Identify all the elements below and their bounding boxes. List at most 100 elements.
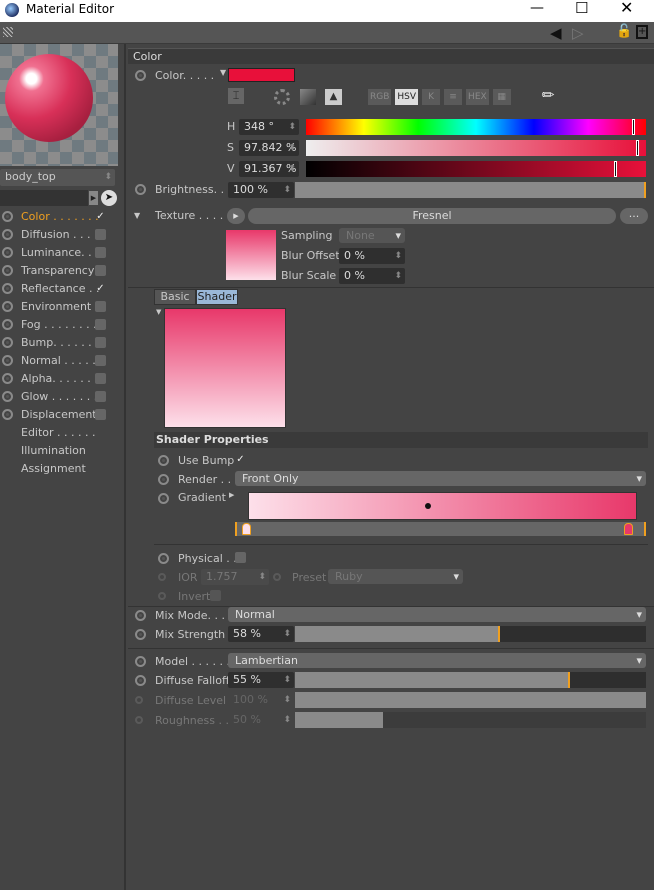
channel-item[interactable]: Color . . . . . . . ✓: [0, 208, 124, 226]
slider-handle[interactable]: [632, 119, 635, 135]
mix-mode-dropdown[interactable]: Normal: [228, 607, 646, 622]
channel-radio[interactable]: [2, 265, 13, 276]
color-swatch[interactable]: [228, 68, 295, 82]
roughness-radio[interactable]: [135, 716, 143, 724]
model-radio[interactable]: [135, 656, 146, 667]
channel-radio[interactable]: [2, 319, 13, 330]
color-mode-1[interactable]: HSV: [395, 89, 419, 105]
close-button[interactable]: ✕: [620, 0, 633, 17]
channel-checkbox[interactable]: [95, 229, 106, 240]
channel-item[interactable]: Editor . . . . . .: [0, 424, 124, 442]
color-wheel-icon[interactable]: [274, 89, 290, 105]
channel-radio[interactable]: [2, 229, 13, 240]
diffuse-level-slider[interactable]: [295, 692, 646, 708]
forward-arrow-icon[interactable]: ▷: [572, 24, 584, 42]
gradient-bar[interactable]: [248, 492, 637, 520]
ior-radio[interactable]: [158, 573, 166, 581]
use-bump-checkbox[interactable]: ✓: [235, 454, 246, 465]
channel-radio[interactable]: [2, 283, 13, 294]
channel-radio[interactable]: [2, 301, 13, 312]
channel-checkbox[interactable]: [95, 319, 106, 330]
brightness-radio[interactable]: [135, 184, 146, 195]
channel-checkbox[interactable]: ✓: [95, 211, 106, 222]
gradient-radio[interactable]: [158, 493, 169, 504]
sampling-dropdown[interactable]: None: [339, 228, 405, 243]
preset-dropdown[interactable]: Ruby: [328, 569, 463, 584]
saturation-field[interactable]: 97.842 %: [239, 140, 299, 156]
back-arrow-icon[interactable]: ◀: [550, 24, 562, 42]
diffuse-falloff-radio[interactable]: [135, 675, 146, 686]
invert-radio[interactable]: [158, 592, 166, 600]
channel-item[interactable]: Diffusion . . . . .: [0, 226, 124, 244]
diffuse-falloff-field[interactable]: 55 %: [228, 672, 294, 688]
brightness-field[interactable]: 100 %: [228, 182, 294, 198]
channel-radio[interactable]: [2, 409, 13, 420]
new-window-icon[interactable]: +: [636, 25, 648, 39]
channel-item[interactable]: Fog . . . . . . . .: [0, 316, 124, 334]
channel-checkbox[interactable]: [95, 337, 106, 348]
channel-checkbox[interactable]: [95, 265, 106, 276]
color-mode-3[interactable]: ≡: [444, 89, 463, 105]
invert-checkbox[interactable]: [210, 590, 221, 601]
channel-radio[interactable]: [2, 355, 13, 366]
gradient-midpoint-knot[interactable]: [425, 503, 431, 509]
color-mode-0[interactable]: RGB: [368, 89, 392, 105]
channel-item[interactable]: Alpha. . . . . . .: [0, 370, 124, 388]
texture-menu-button[interactable]: ▶: [227, 208, 245, 224]
brightness-slider[interactable]: [295, 182, 646, 198]
channel-item[interactable]: Displacement: [0, 406, 124, 424]
channel-checkbox[interactable]: [95, 391, 106, 402]
channel-checkbox[interactable]: [95, 355, 106, 366]
value-slider[interactable]: [306, 161, 646, 177]
material-preview[interactable]: [0, 44, 118, 166]
mix-strength-slider[interactable]: [295, 626, 646, 642]
physical-checkbox[interactable]: [235, 552, 246, 563]
grip-icon[interactable]: [3, 27, 13, 37]
color-radio[interactable]: [135, 70, 146, 81]
diffuse-level-radio[interactable]: [135, 696, 143, 704]
channel-filter-field[interactable]: [0, 190, 88, 206]
spectrum-icon[interactable]: [300, 89, 316, 105]
channel-radio[interactable]: [2, 247, 13, 258]
gradient-knot-end[interactable]: [624, 523, 633, 535]
channel-item[interactable]: Glow . . . . . . .: [0, 388, 124, 406]
channel-item[interactable]: Reflectance . . ✓: [0, 280, 124, 298]
gradient-knot-track[interactable]: [235, 522, 646, 536]
channel-item[interactable]: Assignment: [0, 460, 124, 478]
value-field[interactable]: 91.367 %: [239, 161, 299, 177]
blur-offset-field[interactable]: 0 %: [339, 248, 405, 264]
texture-shader-button[interactable]: Fresnel: [248, 208, 616, 224]
saturation-slider[interactable]: [306, 140, 646, 156]
lock-icon[interactable]: 🔓: [616, 24, 632, 39]
channel-checkbox[interactable]: [95, 301, 106, 312]
channel-item[interactable]: Environment: [0, 298, 124, 316]
tab-shader[interactable]: Shader: [196, 289, 238, 305]
preset-radio[interactable]: [273, 573, 281, 581]
tab-basic[interactable]: Basic: [154, 289, 196, 305]
physical-radio[interactable]: [158, 553, 169, 564]
color-dropdown-arrow[interactable]: ▼: [220, 68, 226, 77]
channel-checkbox[interactable]: [95, 409, 106, 420]
channel-item[interactable]: Luminance. . . .: [0, 244, 124, 262]
texture-thumbnail[interactable]: [226, 230, 276, 280]
color-mode-5[interactable]: ▦: [492, 89, 511, 105]
maximize-button[interactable]: ☐: [575, 0, 588, 17]
roughness-slider[interactable]: [295, 712, 646, 728]
roughness-field[interactable]: 50 %: [228, 712, 294, 728]
hue-slider[interactable]: [306, 119, 646, 135]
blur-scale-field[interactable]: 0 %: [339, 268, 405, 284]
diffuse-level-field[interactable]: 100 %: [228, 692, 294, 708]
channel-item[interactable]: Bump. . . . . . .: [0, 334, 124, 352]
texture-collapse-arrow[interactable]: ▼: [134, 211, 140, 220]
channel-radio[interactable]: [2, 211, 13, 222]
ior-field[interactable]: 1.757: [201, 569, 269, 585]
hue-field[interactable]: 348 °: [239, 119, 299, 135]
channel-checkbox[interactable]: [95, 373, 106, 384]
channel-radio[interactable]: [2, 337, 13, 348]
material-name-field[interactable]: body_top: [0, 169, 115, 186]
mix-strength-field[interactable]: 58 %: [228, 626, 294, 642]
minimize-button[interactable]: —: [530, 0, 544, 16]
render-dropdown[interactable]: Front Only: [235, 471, 646, 486]
model-dropdown[interactable]: Lambertian: [228, 653, 646, 668]
gradient-expand-arrow[interactable]: ▶: [229, 491, 234, 499]
